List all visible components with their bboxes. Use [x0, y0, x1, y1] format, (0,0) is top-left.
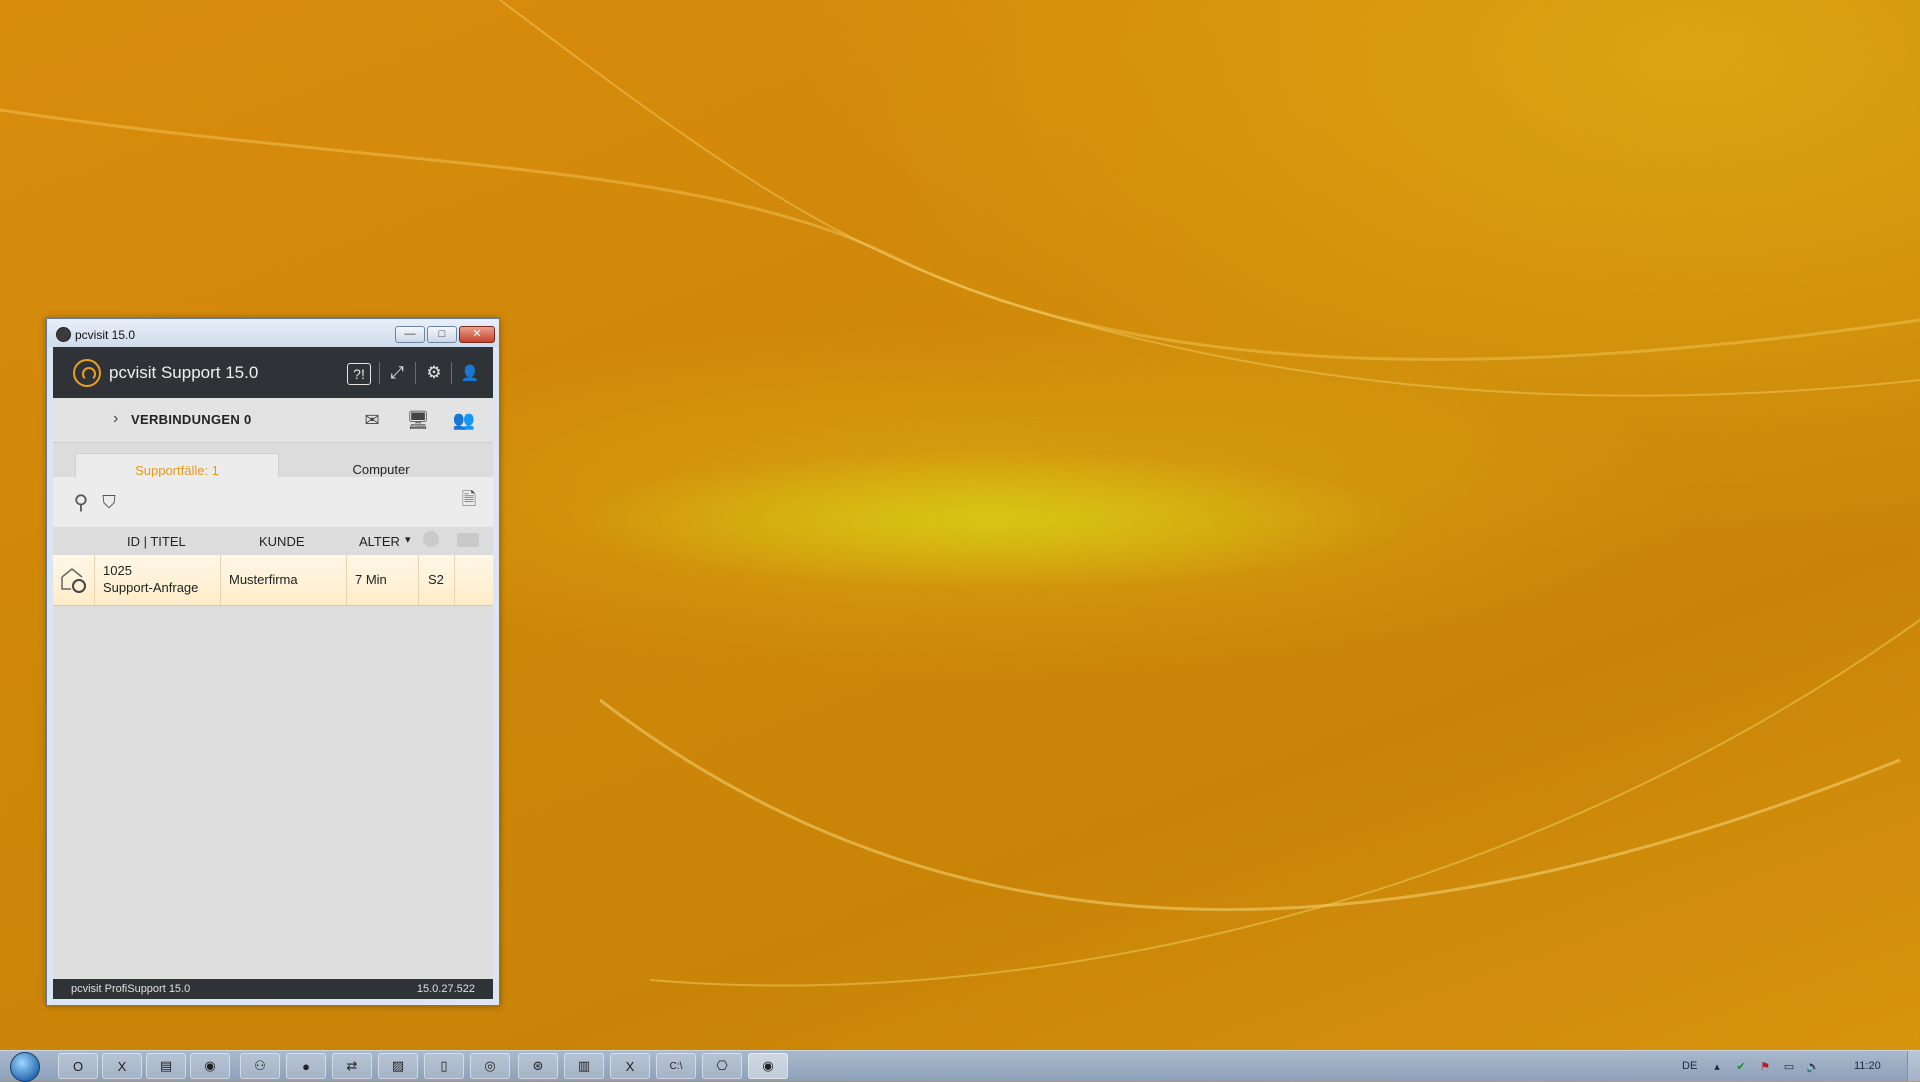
windows-logo-icon: [10, 1052, 40, 1082]
table-header: ID | TITEL KUNDE ALTER ▾: [53, 527, 493, 555]
taskbar-transfer-icon[interactable]: ⇄: [332, 1053, 372, 1079]
header-separator: [451, 362, 452, 384]
taskbar-app-icon[interactable]: ⊛: [518, 1053, 558, 1079]
product-name: pcvisit ProfiSupport 15.0: [71, 983, 191, 995]
chevron-right-icon[interactable]: ›: [113, 410, 118, 428]
taskbar-firefox-icon[interactable]: ●: [286, 1053, 326, 1079]
clock[interactable]: 11:20: [1854, 1060, 1881, 1072]
taskbar-network-icon[interactable]: ⚇: [240, 1053, 280, 1079]
app-header: pcvisit Support 15.0 ?! ⤢ ⚙ 👤: [53, 347, 493, 398]
table-row[interactable]: 1025 Support-Anfrage Musterfirma 7 Min S…: [53, 555, 493, 606]
connections-label[interactable]: VERBINDUNGEN 0: [131, 412, 252, 427]
pcvisit-logo-icon: [73, 359, 101, 387]
app-client-area: pcvisit Support 15.0 ?! ⤢ ⚙ 👤 › VERBINDU…: [53, 347, 493, 999]
case-customer-cell: Musterfirma: [221, 555, 347, 605]
search-icon[interactable]: ⚲: [69, 490, 93, 514]
window-title: pcvisit 15.0: [75, 328, 136, 342]
maximize-button[interactable]: □: [427, 326, 457, 343]
new-remote-session-icon[interactable]: 🖥: [403, 407, 433, 433]
connections-bar: › VERBINDUNGEN 0 ✉ 🖥 👥: [53, 398, 493, 443]
fullscreen-icon[interactable]: ⤢: [383, 360, 411, 386]
minimize-icon: —: [404, 328, 416, 340]
taskbar-outlook-icon[interactable]: O: [58, 1053, 98, 1079]
sort-desc-icon[interactable]: ▾: [405, 533, 411, 546]
header-separator: [415, 362, 416, 384]
case-assignee-cell: S2: [419, 555, 455, 605]
filter-icon[interactable]: ⛉: [97, 490, 121, 514]
help-icon[interactable]: ?!: [347, 363, 371, 385]
case-id-title-cell: 1025 Support-Anfrage: [95, 555, 221, 605]
column-age[interactable]: ALTER: [359, 534, 400, 549]
app-title: pcvisit Support 15.0: [109, 363, 259, 382]
taskbar-app-icon[interactable]: ◎: [470, 1053, 510, 1079]
case-list-empty-area: [53, 606, 493, 979]
language-indicator[interactable]: DE: [1682, 1060, 1697, 1072]
tray-expand-icon[interactable]: ▴: [1710, 1059, 1724, 1073]
close-icon: ✕: [472, 328, 482, 340]
tab-bar: Supportfälle: 1 Computer: [53, 443, 493, 487]
invite-mail-icon[interactable]: ✉: [357, 407, 387, 433]
app-icon: [56, 327, 71, 342]
assignee-column-icon: [423, 531, 439, 547]
taskbar-app-icon[interactable]: ▯: [424, 1053, 464, 1079]
volume-icon[interactable]: 🔈: [1806, 1059, 1820, 1073]
add-contact-icon[interactable]: 👥: [449, 407, 479, 433]
security-shield-icon[interactable]: ✔: [1734, 1059, 1748, 1073]
user-icon[interactable]: 👤: [456, 360, 484, 386]
column-customer[interactable]: KUNDE: [259, 534, 305, 549]
show-desktop-button[interactable]: [1907, 1051, 1920, 1081]
case-assignee: S2: [428, 572, 444, 587]
version-number: 15.0.27.522: [416, 983, 475, 995]
case-status-cell: [53, 555, 95, 605]
taskbar-folder-icon[interactable]: ▨: [378, 1053, 418, 1079]
case-customer: Musterfirma: [229, 572, 298, 587]
status-bar: pcvisit ProfiSupport 15.0 15.0.27.522: [53, 979, 493, 999]
comment-column-icon: [457, 533, 479, 547]
list-toolbar: ⚲ ⛉ 🗎: [53, 477, 493, 527]
case-age: 7 Min: [355, 572, 387, 587]
minimize-button[interactable]: —: [395, 326, 425, 343]
settings-icon[interactable]: ⚙: [420, 360, 448, 386]
case-sync-icon: [61, 568, 86, 593]
taskbar-cmd-icon[interactable]: C:\: [656, 1053, 696, 1079]
taskbar: O X ▤ ◉ ⚇ ● ⇄ ▨ ▯ ◎ ⊛ ▥ X C:\ ⎔ ◉ DE ▴ ✔…: [0, 1050, 1920, 1082]
column-id-title[interactable]: ID | TITEL: [127, 534, 186, 549]
taskbar-xampp-icon[interactable]: X: [102, 1053, 142, 1079]
header-separator: [379, 362, 380, 384]
maximize-icon: □: [438, 328, 446, 340]
new-case-icon[interactable]: 🗎: [457, 489, 481, 514]
taskbar-explorer-icon[interactable]: ▤: [146, 1053, 186, 1079]
network-icon[interactable]: ▭: [1782, 1059, 1796, 1073]
taskbar-chrome-icon[interactable]: ◉: [190, 1053, 230, 1079]
start-button[interactable]: [4, 1052, 44, 1082]
taskbar-excel-icon[interactable]: X: [610, 1053, 650, 1079]
action-center-icon[interactable]: ⚑: [1758, 1059, 1772, 1073]
case-comment-cell: [455, 555, 493, 605]
close-button[interactable]: ✕: [459, 326, 495, 343]
taskbar-pcvisit-icon[interactable]: ◉: [748, 1053, 788, 1079]
case-title: Support-Anfrage: [103, 580, 199, 595]
window-titlebar[interactable]: pcvisit 15.0 — □ ✕: [47, 319, 499, 347]
taskbar-app-icon[interactable]: ⎔: [702, 1053, 742, 1079]
taskbar-app-icon[interactable]: ▥: [564, 1053, 604, 1079]
case-id: 1025: [103, 563, 132, 578]
pcvisit-window: pcvisit 15.0 — □ ✕ pcvisit Support 15.0 …: [46, 318, 500, 1006]
case-age-cell: 7 Min: [347, 555, 419, 605]
